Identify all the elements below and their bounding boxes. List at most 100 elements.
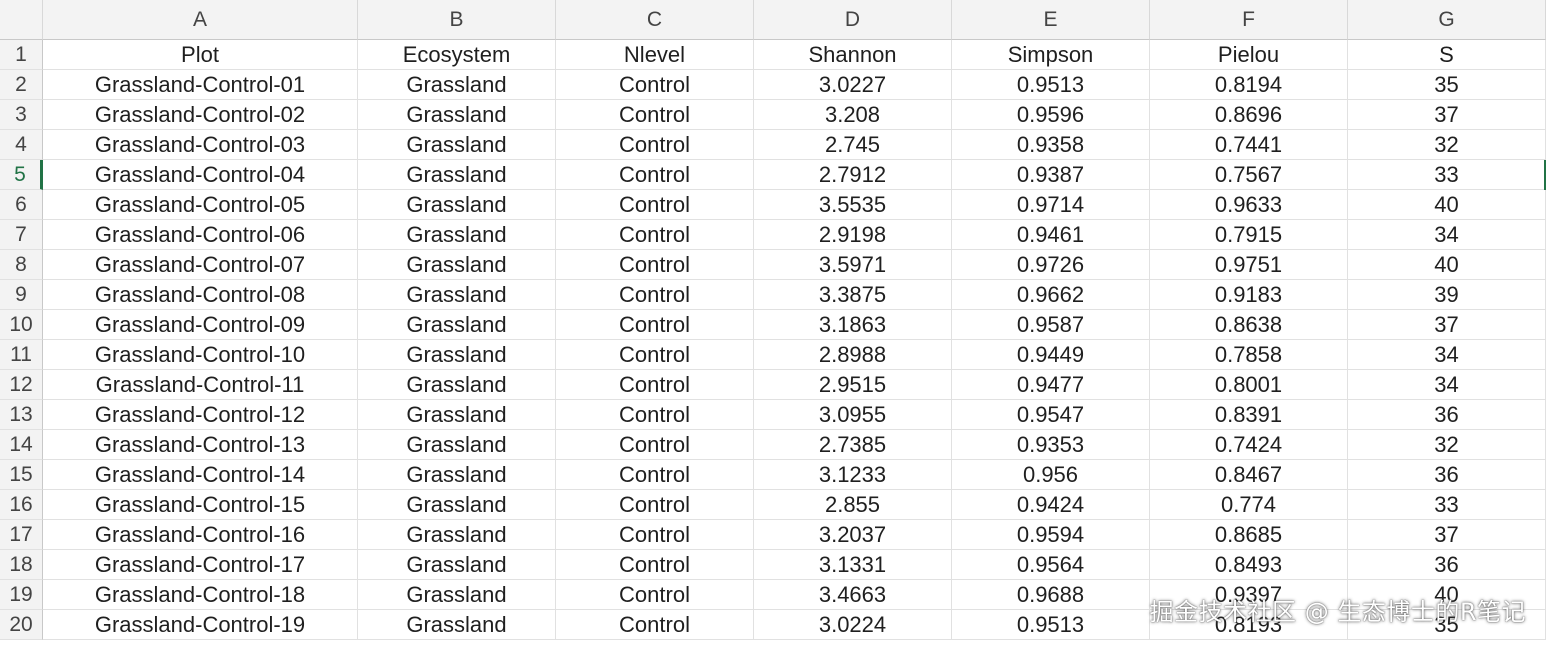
cell-header-simpson[interactable]: Simpson [952, 40, 1150, 70]
row-header[interactable]: 7 [0, 220, 43, 250]
cell-pielou[interactable]: 0.8391 [1150, 400, 1348, 430]
cell-nlevel[interactable]: Control [556, 160, 754, 190]
row-header[interactable]: 1 [0, 40, 43, 70]
cell-plot[interactable]: Grassland-Control-17 [43, 550, 358, 580]
cell-nlevel[interactable]: Control [556, 280, 754, 310]
cell-ecosystem[interactable]: Grassland [358, 430, 556, 460]
cell-simpson[interactable]: 0.9353 [952, 430, 1150, 460]
row-header[interactable]: 15 [0, 460, 43, 490]
cell-ecosystem[interactable]: Grassland [358, 250, 556, 280]
cell-simpson[interactable]: 0.9513 [952, 70, 1150, 100]
cell-shannon[interactable]: 3.0227 [754, 70, 952, 100]
row-header[interactable]: 8 [0, 250, 43, 280]
cell-simpson[interactable]: 0.9461 [952, 220, 1150, 250]
cell-simpson[interactable]: 0.9564 [952, 550, 1150, 580]
cell-shannon[interactable]: 2.9198 [754, 220, 952, 250]
cell-shannon[interactable]: 3.208 [754, 100, 952, 130]
column-header-g[interactable]: G [1348, 0, 1546, 40]
cell-pielou[interactable]: 0.9397 [1150, 580, 1348, 610]
cell-ecosystem[interactable]: Grassland [358, 190, 556, 220]
cell-ecosystem[interactable]: Grassland [358, 340, 556, 370]
column-header-e[interactable]: E [952, 0, 1150, 40]
cell-nlevel[interactable]: Control [556, 220, 754, 250]
column-header-a[interactable]: A [43, 0, 358, 40]
cell-ecosystem[interactable]: Grassland [358, 220, 556, 250]
row-header[interactable]: 2 [0, 70, 43, 100]
column-header-b[interactable]: B [358, 0, 556, 40]
cell-nlevel[interactable]: Control [556, 70, 754, 100]
cell-shannon[interactable]: 3.0955 [754, 400, 952, 430]
cell-pielou[interactable]: 0.8638 [1150, 310, 1348, 340]
cell-s[interactable]: 39 [1348, 280, 1546, 310]
cell-pielou[interactable]: 0.8194 [1150, 70, 1348, 100]
row-header[interactable]: 9 [0, 280, 43, 310]
cell-pielou[interactable]: 0.8685 [1150, 520, 1348, 550]
cell-pielou[interactable]: 0.9633 [1150, 190, 1348, 220]
row-header[interactable]: 17 [0, 520, 43, 550]
cell-plot[interactable]: Grassland-Control-08 [43, 280, 358, 310]
cell-simpson[interactable]: 0.9547 [952, 400, 1150, 430]
select-all-corner[interactable] [0, 0, 43, 40]
cell-pielou[interactable]: 0.7915 [1150, 220, 1348, 250]
cell-s[interactable]: 36 [1348, 550, 1546, 580]
cell-nlevel[interactable]: Control [556, 250, 754, 280]
cell-ecosystem[interactable]: Grassland [358, 490, 556, 520]
cell-pielou[interactable]: 0.8467 [1150, 460, 1348, 490]
cell-plot[interactable]: Grassland-Control-02 [43, 100, 358, 130]
cell-s[interactable]: 34 [1348, 220, 1546, 250]
cell-ecosystem[interactable]: Grassland [358, 160, 556, 190]
cell-shannon[interactable]: 3.5535 [754, 190, 952, 220]
cell-plot[interactable]: Grassland-Control-19 [43, 610, 358, 640]
cell-simpson[interactable]: 0.956 [952, 460, 1150, 490]
cell-simpson[interactable]: 0.9358 [952, 130, 1150, 160]
cell-header-ecosystem[interactable]: Ecosystem [358, 40, 556, 70]
cell-pielou[interactable]: 0.774 [1150, 490, 1348, 520]
cell-header-pielou[interactable]: Pielou [1150, 40, 1348, 70]
cell-plot[interactable]: Grassland-Control-06 [43, 220, 358, 250]
cell-plot[interactable]: Grassland-Control-18 [43, 580, 358, 610]
row-header[interactable]: 19 [0, 580, 43, 610]
cell-header-shannon[interactable]: Shannon [754, 40, 952, 70]
cell-ecosystem[interactable]: Grassland [358, 580, 556, 610]
cell-simpson[interactable]: 0.9587 [952, 310, 1150, 340]
cell-nlevel[interactable]: Control [556, 460, 754, 490]
cell-shannon[interactable]: 3.1233 [754, 460, 952, 490]
cell-s[interactable]: 35 [1348, 70, 1546, 100]
row-header[interactable]: 4 [0, 130, 43, 160]
cell-shannon[interactable]: 3.1331 [754, 550, 952, 580]
cell-header-s[interactable]: S [1348, 40, 1546, 70]
cell-header-nlevel[interactable]: Nlevel [556, 40, 754, 70]
row-header[interactable]: 18 [0, 550, 43, 580]
cell-simpson[interactable]: 0.9424 [952, 490, 1150, 520]
cell-ecosystem[interactable]: Grassland [358, 280, 556, 310]
cell-s[interactable]: 36 [1348, 460, 1546, 490]
cell-nlevel[interactable]: Control [556, 340, 754, 370]
cell-pielou[interactable]: 0.7567 [1150, 160, 1348, 190]
cell-plot[interactable]: Grassland-Control-01 [43, 70, 358, 100]
cell-shannon[interactable]: 3.1863 [754, 310, 952, 340]
cell-s[interactable]: 34 [1348, 340, 1546, 370]
cell-plot[interactable]: Grassland-Control-14 [43, 460, 358, 490]
cell-shannon[interactable]: 3.0224 [754, 610, 952, 640]
cell-ecosystem[interactable]: Grassland [358, 130, 556, 160]
cell-plot[interactable]: Grassland-Control-12 [43, 400, 358, 430]
cell-plot[interactable]: Grassland-Control-15 [43, 490, 358, 520]
cell-shannon[interactable]: 2.9515 [754, 370, 952, 400]
cell-pielou[interactable]: 0.8493 [1150, 550, 1348, 580]
cell-s[interactable]: 37 [1348, 100, 1546, 130]
row-header[interactable]: 5 [0, 160, 43, 190]
cell-s[interactable]: 40 [1348, 580, 1546, 610]
cell-simpson[interactable]: 0.9387 [952, 160, 1150, 190]
cell-simpson[interactable]: 0.9513 [952, 610, 1150, 640]
cell-ecosystem[interactable]: Grassland [358, 310, 556, 340]
row-header[interactable]: 10 [0, 310, 43, 340]
cell-plot[interactable]: Grassland-Control-05 [43, 190, 358, 220]
cell-shannon[interactable]: 3.5971 [754, 250, 952, 280]
cell-plot[interactable]: Grassland-Control-10 [43, 340, 358, 370]
cell-plot[interactable]: Grassland-Control-13 [43, 430, 358, 460]
cell-pielou[interactable]: 0.8193 [1150, 610, 1348, 640]
cell-nlevel[interactable]: Control [556, 610, 754, 640]
row-header[interactable]: 3 [0, 100, 43, 130]
cell-simpson[interactable]: 0.9714 [952, 190, 1150, 220]
cell-s[interactable]: 36 [1348, 400, 1546, 430]
